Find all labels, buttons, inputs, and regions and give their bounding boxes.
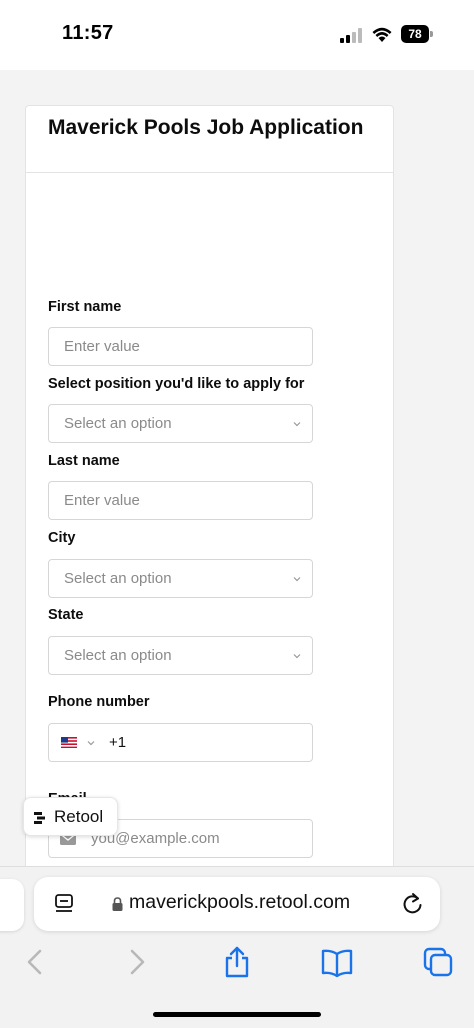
back-icon[interactable] bbox=[18, 945, 52, 979]
state-label: State bbox=[48, 607, 84, 623]
last-name-label: Last name bbox=[48, 453, 120, 469]
position-placeholder: Select an option bbox=[64, 415, 172, 432]
battery-icon: 78 bbox=[401, 25, 433, 43]
position-select[interactable]: Select an option bbox=[48, 404, 313, 443]
chevron-down-icon[interactable] bbox=[87, 739, 95, 747]
last-name-input[interactable]: Enter value bbox=[48, 481, 313, 520]
country-code: +1 bbox=[109, 734, 127, 751]
first-name-input[interactable]: Enter value bbox=[48, 327, 313, 366]
phone-input[interactable]: +1 bbox=[48, 723, 313, 762]
chevron-down-icon bbox=[293, 577, 301, 582]
url-text: maverickpools.retool.com bbox=[129, 891, 351, 913]
city-label: City bbox=[48, 530, 76, 546]
position-label: Select position you'd like to apply for bbox=[48, 376, 305, 392]
cellular-signal-icon bbox=[340, 28, 364, 43]
wifi-icon bbox=[372, 27, 392, 42]
card-header: Maverick Pools Job Application bbox=[26, 106, 393, 173]
chevron-down-icon bbox=[293, 422, 301, 427]
lock-icon bbox=[112, 897, 123, 911]
bookmarks-icon[interactable] bbox=[320, 945, 354, 979]
browser-toolbar: maverickpools.retool.com bbox=[0, 866, 474, 1028]
reader-icon[interactable] bbox=[53, 893, 75, 915]
home-indicator[interactable] bbox=[153, 1012, 321, 1017]
forward-icon[interactable] bbox=[120, 945, 154, 979]
first-name-placeholder: Enter value bbox=[64, 338, 140, 355]
state-select[interactable]: Select an option bbox=[48, 636, 313, 675]
first-name-label: First name bbox=[48, 299, 122, 315]
city-select[interactable]: Select an option bbox=[48, 559, 313, 598]
status-time: 11:57 bbox=[62, 22, 114, 44]
reload-icon[interactable] bbox=[402, 892, 424, 916]
previous-tab-preview[interactable] bbox=[0, 879, 24, 931]
us-flag-icon[interactable] bbox=[61, 737, 77, 748]
chevron-down-icon bbox=[293, 654, 301, 659]
status-bar: 11:57 78 bbox=[0, 0, 474, 70]
retool-logo-icon bbox=[34, 812, 45, 824]
form-title: Maverick Pools Job Application bbox=[48, 116, 364, 139]
phone-label: Phone number bbox=[48, 694, 150, 710]
battery-level: 78 bbox=[401, 25, 429, 43]
last-name-placeholder: Enter value bbox=[64, 492, 140, 509]
retool-label: Retool bbox=[54, 807, 104, 826]
address-bar[interactable]: maverickpools.retool.com bbox=[34, 877, 440, 931]
share-icon[interactable] bbox=[220, 945, 254, 979]
tabs-icon[interactable] bbox=[421, 945, 455, 979]
state-placeholder: Select an option bbox=[64, 647, 172, 664]
city-placeholder: Select an option bbox=[64, 570, 172, 587]
retool-badge[interactable]: Retool bbox=[23, 797, 118, 836]
